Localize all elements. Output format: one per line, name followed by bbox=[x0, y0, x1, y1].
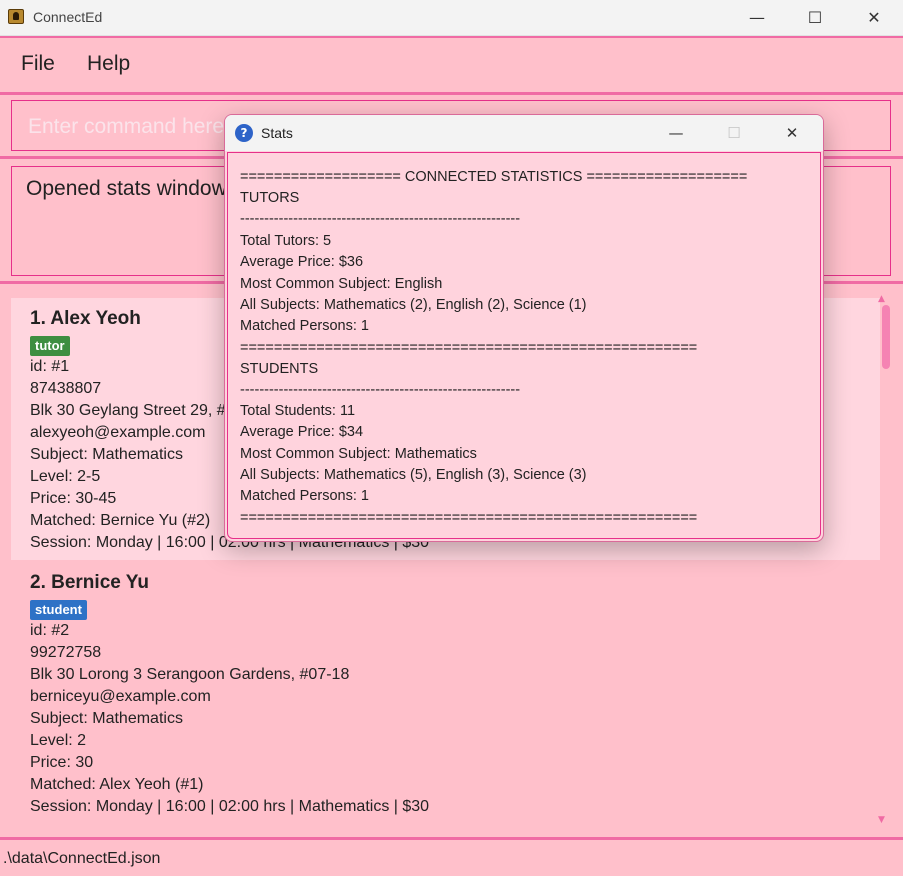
stats-student-all-subjects: All Subjects: Mathematics (5), English (… bbox=[240, 467, 587, 483]
scroll-down-arrow-icon[interactable]: ▼ bbox=[878, 815, 885, 825]
app-icon bbox=[8, 9, 24, 24]
person-email: alexyeoh@example.com bbox=[30, 424, 206, 441]
person-name: 1. Alex Yeoh bbox=[30, 308, 141, 329]
person-subject: Subject: Mathematics bbox=[30, 710, 183, 727]
person-level: Level: 2 bbox=[30, 732, 87, 749]
person-price: Price: 30-45 bbox=[30, 490, 117, 507]
stats-window[interactable]: ? Stats — ☐ ✕ =================== CONNEC… bbox=[224, 114, 824, 542]
stats-close-button[interactable]: ✕ bbox=[763, 115, 821, 151]
stats-content: =================== CONNECTED STATISTICS… bbox=[227, 152, 821, 539]
result-text: Opened stats window. bbox=[26, 177, 232, 200]
person-matched: Matched: Bernice Yu (#2) bbox=[30, 512, 211, 529]
stats-student-common-subject: Most Common Subject: Mathematics bbox=[240, 446, 477, 462]
stats-title: Stats bbox=[261, 125, 293, 141]
close-button[interactable]: ✕ bbox=[845, 0, 903, 35]
stats-total-students: Total Students: 11 bbox=[240, 403, 356, 419]
stats-divider: ========================================… bbox=[240, 340, 698, 356]
person-session: Session: Monday | 16:00 | 02:00 hrs | Ma… bbox=[30, 798, 430, 815]
menu-help[interactable]: Help bbox=[87, 52, 130, 76]
person-email: berniceyu@example.com bbox=[30, 688, 211, 705]
stats-minimize-button[interactable]: — bbox=[647, 115, 705, 151]
person-phone: 99272758 bbox=[30, 644, 102, 661]
stats-section-students: STUDENTS bbox=[240, 361, 319, 377]
role-badge: tutor bbox=[30, 336, 70, 356]
scrollbar-thumb[interactable] bbox=[882, 305, 890, 369]
stats-header: =================== CONNECTED STATISTICS… bbox=[240, 169, 748, 185]
stats-total-tutors: Total Tutors: 5 bbox=[240, 233, 332, 249]
data-file-path: .\data\ConnectEd.json bbox=[3, 850, 161, 867]
stats-maximize-button: ☐ bbox=[727, 124, 741, 142]
person-address: Blk 30 Lorong 3 Serangoon Gardens, #07-1… bbox=[30, 666, 350, 683]
person-matched: Matched: Alex Yeoh (#1) bbox=[30, 776, 204, 793]
stats-titlebar[interactable]: ? Stats — ☐ ✕ bbox=[225, 115, 823, 151]
stats-divider: ----------------------------------------… bbox=[240, 211, 521, 227]
status-bar: .\data\ConnectEd.json bbox=[0, 840, 903, 876]
help-icon: ? bbox=[235, 124, 253, 142]
stats-footer: ========================================… bbox=[240, 510, 698, 526]
person-price: Price: 30 bbox=[30, 754, 94, 771]
stats-tutor-avg-price: Average Price: $36 bbox=[240, 254, 364, 270]
stats-tutor-common-subject: Most Common Subject: English bbox=[240, 276, 443, 292]
stats-tutor-matched: Matched Persons: 1 bbox=[240, 318, 369, 334]
person-id: id: #1 bbox=[30, 358, 70, 375]
maximize-button[interactable]: ☐ bbox=[786, 0, 844, 35]
stats-tutor-all-subjects: All Subjects: Mathematics (2), English (… bbox=[240, 297, 587, 313]
person-level: Level: 2-5 bbox=[30, 468, 101, 485]
stats-divider: ----------------------------------------… bbox=[240, 382, 521, 398]
scroll-up-arrow-icon[interactable]: ▲ bbox=[878, 294, 885, 304]
stats-student-avg-price: Average Price: $34 bbox=[240, 424, 364, 440]
role-badge: student bbox=[30, 600, 87, 620]
person-subject: Subject: Mathematics bbox=[30, 446, 183, 463]
person-id: id: #2 bbox=[30, 622, 70, 639]
menu-bar: File Help bbox=[0, 36, 903, 95]
person-name: 2. Bernice Yu bbox=[30, 572, 149, 593]
person-phone: 87438807 bbox=[30, 380, 102, 397]
stats-student-matched: Matched Persons: 1 bbox=[240, 488, 369, 504]
window-title: ConnectEd bbox=[33, 9, 103, 25]
stats-section-tutors: TUTORS bbox=[240, 190, 300, 206]
person-card[interactable]: 2. Bernice Yu student id: #2 99272758 Bl… bbox=[11, 562, 880, 828]
window-titlebar: ConnectEd — ☐ ✕ bbox=[0, 0, 903, 36]
menu-file[interactable]: File bbox=[21, 52, 55, 76]
list-scrollbar[interactable] bbox=[880, 298, 892, 822]
minimize-button[interactable]: — bbox=[728, 0, 786, 35]
